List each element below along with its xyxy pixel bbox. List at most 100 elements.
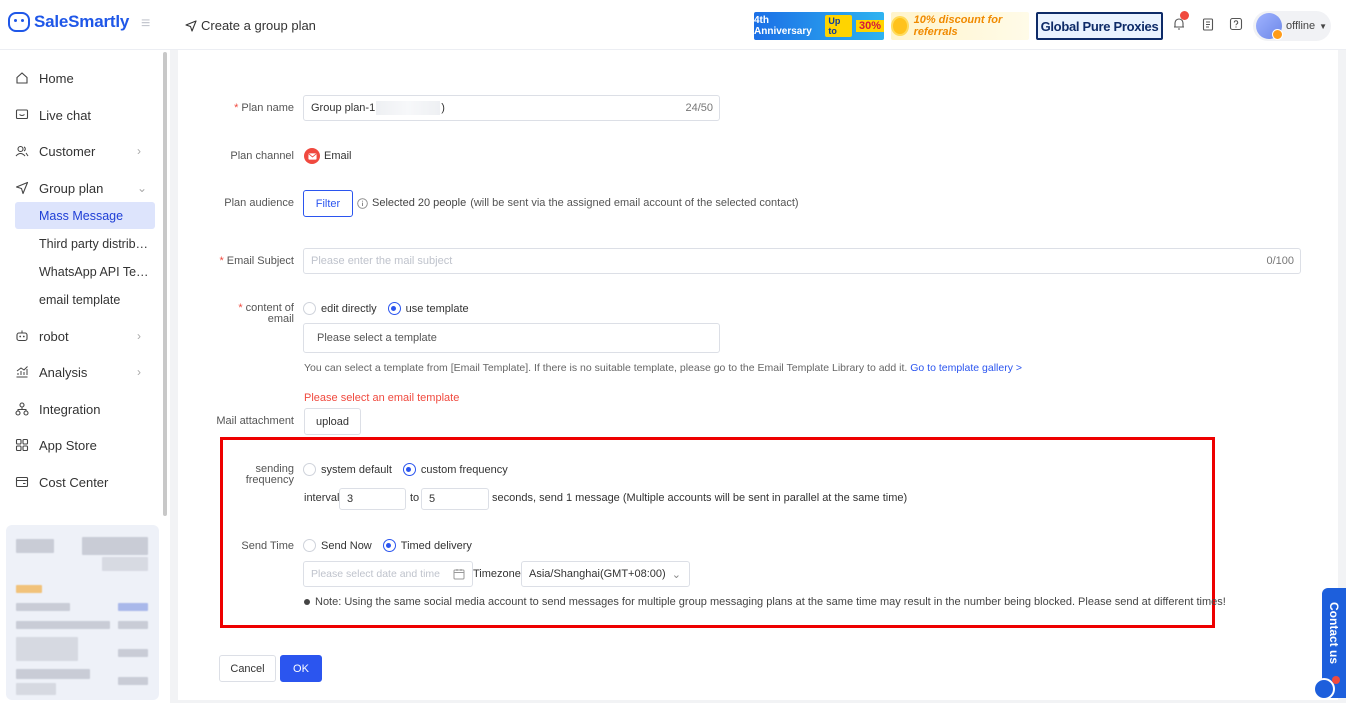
sidebar-item-label: Live chat <box>39 107 92 123</box>
timezone-value: Asia/Shanghai(GMT+08:00) <box>529 568 666 580</box>
sidebar-item-group-plan[interactable]: Group plan ⌄ <box>0 174 160 202</box>
proxy-banner[interactable]: Global Pure Proxies <box>1036 12 1163 40</box>
redacted-area <box>376 101 441 115</box>
sidebar-item-label: Group plan <box>39 180 104 196</box>
plan-name-value-end: ) <box>441 102 445 114</box>
radio-unchecked-icon[interactable] <box>303 302 316 315</box>
timezone-label: Timezone <box>473 568 521 580</box>
send-time-radio-group: Send Now Timed delivery <box>303 539 478 552</box>
plan-name-label: * Plan name <box>234 102 294 114</box>
sidebar-scrollbar[interactable] <box>163 52 167 516</box>
template-placeholder: Please select a template <box>317 332 437 344</box>
radio-unchecked-icon[interactable] <box>303 539 316 552</box>
caret-down-icon: ▼ <box>1319 21 1328 31</box>
sidebar-subitem-third-party[interactable]: Third party distrib… <box>15 230 155 257</box>
email-subject-input[interactable]: Please enter the mail subject 0/100 <box>303 248 1301 274</box>
clipboard-icon[interactable] <box>1201 17 1215 31</box>
sidebar-subitem-mass-message[interactable]: Mass Message <box>15 202 155 229</box>
filter-button[interactable]: Filter <box>303 190 353 217</box>
referral-banner[interactable]: 10% discount for referrals <box>891 12 1029 40</box>
sidebar-item-label: App Store <box>39 437 97 453</box>
sidebar-item-label: Customer <box>39 143 96 159</box>
radio-checked-icon[interactable] <box>387 302 401 315</box>
template-gallery-link[interactable]: Go to template gallery > <box>910 362 1022 374</box>
sidebar-item-analysis[interactable]: Analysis › <box>0 358 160 386</box>
attachment-label: Mail attachment <box>216 415 294 427</box>
sidebar-item-live-chat[interactable]: Live chat <box>0 101 160 129</box>
interval-from-value: 3 <box>347 493 354 505</box>
radio-checked-icon[interactable] <box>402 463 416 476</box>
sidebar-promo-card[interactable] <box>6 525 159 700</box>
use-template-option[interactable]: use template <box>387 302 469 315</box>
required-mark: * <box>219 255 224 267</box>
robot-icon <box>16 330 28 342</box>
send-icon <box>185 19 197 32</box>
send-now-option[interactable]: Send Now <box>303 539 372 552</box>
app-store-icon <box>15 438 29 452</box>
timezone-select[interactable]: Asia/Shanghai(GMT+08:00) ⌄ <box>521 561 690 587</box>
sidebar-item-label: Cost Center <box>39 474 109 490</box>
referral-text: 10% discount for referrals <box>913 14 1003 38</box>
customer-icon <box>15 145 29 157</box>
chevron-right-icon: › <box>137 329 141 343</box>
chevron-right-icon: › <box>137 144 141 158</box>
sidebar-item-home[interactable]: Home <box>0 64 160 92</box>
chevron-down-icon: ⌄ <box>137 181 148 195</box>
chevron-right-icon: › <box>137 365 141 379</box>
sidebar-subitem-email-template[interactable]: email template <box>15 286 155 313</box>
plan-name-counter: 24/50 <box>685 102 713 114</box>
app-name: SaleSmartly <box>34 12 130 31</box>
radio-checked-icon[interactable] <box>382 539 396 552</box>
interval-to-input[interactable]: 5 <box>421 488 489 510</box>
app-logo[interactable]: SaleSmartly <box>8 12 129 32</box>
template-select[interactable]: Please select a template <box>303 323 720 353</box>
frequency-note: (Multiple accounts will be sent in paral… <box>622 492 908 504</box>
sidebar-item-label: robot <box>39 328 69 344</box>
user-menu[interactable]: offline ▼ <box>1253 11 1331 41</box>
date-time-picker[interactable]: Please select date and time <box>303 561 473 587</box>
sidebar-item-app-store[interactable]: App Store <box>0 431 160 459</box>
email-subject-placeholder: Please enter the mail subject <box>311 255 453 267</box>
sidebar-item-robot[interactable]: robot › <box>0 322 160 350</box>
interval-label: interval <box>304 492 340 504</box>
sidebar-subitem-whatsapp-api[interactable]: WhatsApp API Te… <box>15 258 155 285</box>
sidebar-item-label: Home <box>39 70 74 86</box>
system-default-option[interactable]: system default <box>303 463 392 476</box>
plan-name-input[interactable]: Group plan-1) 24/50 <box>303 95 720 121</box>
cancel-button[interactable]: Cancel <box>219 655 276 682</box>
custom-frequency-option[interactable]: custom frequency <box>402 463 508 476</box>
edit-directly-option[interactable]: edit directly <box>303 302 377 315</box>
notification-badge <box>1180 11 1189 20</box>
menu-collapse-icon[interactable]: ≡ <box>141 15 150 33</box>
sidebar-item-label: Integration <box>39 401 101 417</box>
timed-delivery-option[interactable]: Timed delivery <box>382 539 472 552</box>
sidebar-item-customer[interactable]: Customer › <box>0 137 160 165</box>
contact-us-label: Contact us <box>1327 602 1341 665</box>
info-icon <box>357 197 368 209</box>
plan-audience-label: Plan audience <box>224 197 294 209</box>
plan-channel-label: Plan channel <box>230 150 294 162</box>
anniversary-banner[interactable]: 4th Anniversary Up to 30% <box>754 12 884 40</box>
upload-button[interactable]: upload <box>304 408 361 435</box>
frequency-label: sending frequency <box>245 463 294 486</box>
interval-to-label: to <box>410 492 420 504</box>
avatar <box>1256 13 1283 40</box>
required-mark: * <box>234 102 239 114</box>
logo-icon <box>8 12 30 32</box>
template-error: Please select an email template <box>304 392 460 404</box>
interval-from-input[interactable]: 3 <box>339 488 406 510</box>
main-scrollbar-track[interactable] <box>1338 52 1346 592</box>
calendar-icon <box>453 569 465 580</box>
coin-icon <box>891 16 909 36</box>
sidebar-item-cost-center[interactable]: Cost Center <box>0 468 160 496</box>
frequency-radio-group: system default custom frequency <box>303 463 514 476</box>
radio-unchecked-icon[interactable] <box>303 463 316 476</box>
ok-button[interactable]: OK <box>280 655 322 682</box>
sidebar-item-label: Analysis <box>39 364 88 380</box>
anniversary-tag: Up to <box>825 15 852 37</box>
help-icon[interactable] <box>1229 17 1243 31</box>
proxy-text: Global Pure Proxies <box>1040 18 1159 34</box>
send-time-note: Note: Using the same social media accoun… <box>304 596 1226 608</box>
sidebar-item-integration[interactable]: Integration <box>0 395 160 423</box>
audience-count: Selected 20 people <box>372 197 467 209</box>
